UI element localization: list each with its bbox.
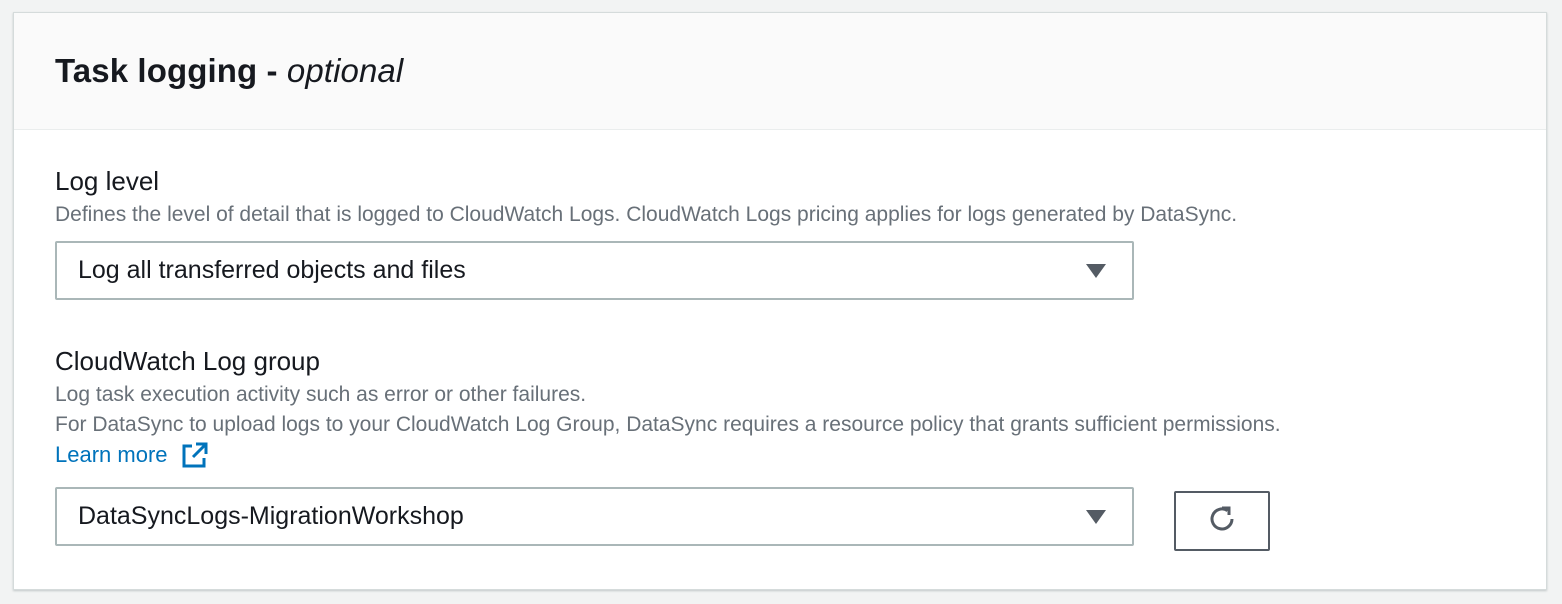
- caret-down-icon: [1086, 263, 1106, 278]
- panel-title-optional: optional: [286, 52, 404, 89]
- log-level-select[interactable]: Log all transferred objects and files: [55, 241, 1134, 300]
- panel-title: Task logging - optional: [55, 52, 403, 90]
- panel-title-text: Task logging -: [55, 52, 287, 89]
- log-group-selected-value: DataSyncLogs-MigrationWorkshop: [78, 502, 464, 530]
- log-group-description-line2: For DataSync to upload logs to your Clou…: [55, 413, 1281, 436]
- learn-more-text: Learn more: [55, 442, 168, 467]
- log-level-selected-value: Log all transferred objects and files: [78, 256, 466, 284]
- caret-down-icon: [1086, 509, 1106, 524]
- panel-header: Task logging - optional: [14, 13, 1546, 130]
- task-logging-panel: Task logging - optional Log level Define…: [13, 12, 1547, 590]
- external-link-icon: [180, 441, 209, 470]
- learn-more-link[interactable]: Learn more: [55, 440, 209, 470]
- log-level-description: Defines the level of detail that is logg…: [55, 203, 1238, 226]
- log-group-field: CloudWatch Log group Log task execution …: [55, 346, 1281, 546]
- refresh-button[interactable]: [1174, 491, 1270, 551]
- log-group-description-line1: Log task execution activity such as erro…: [55, 383, 587, 406]
- refresh-icon: [1205, 502, 1239, 541]
- log-group-select[interactable]: DataSyncLogs-MigrationWorkshop: [55, 487, 1134, 546]
- log-level-label: Log level: [55, 166, 160, 196]
- log-level-field: Log level Defines the level of detail th…: [55, 166, 1237, 300]
- log-group-label: CloudWatch Log group: [55, 346, 320, 376]
